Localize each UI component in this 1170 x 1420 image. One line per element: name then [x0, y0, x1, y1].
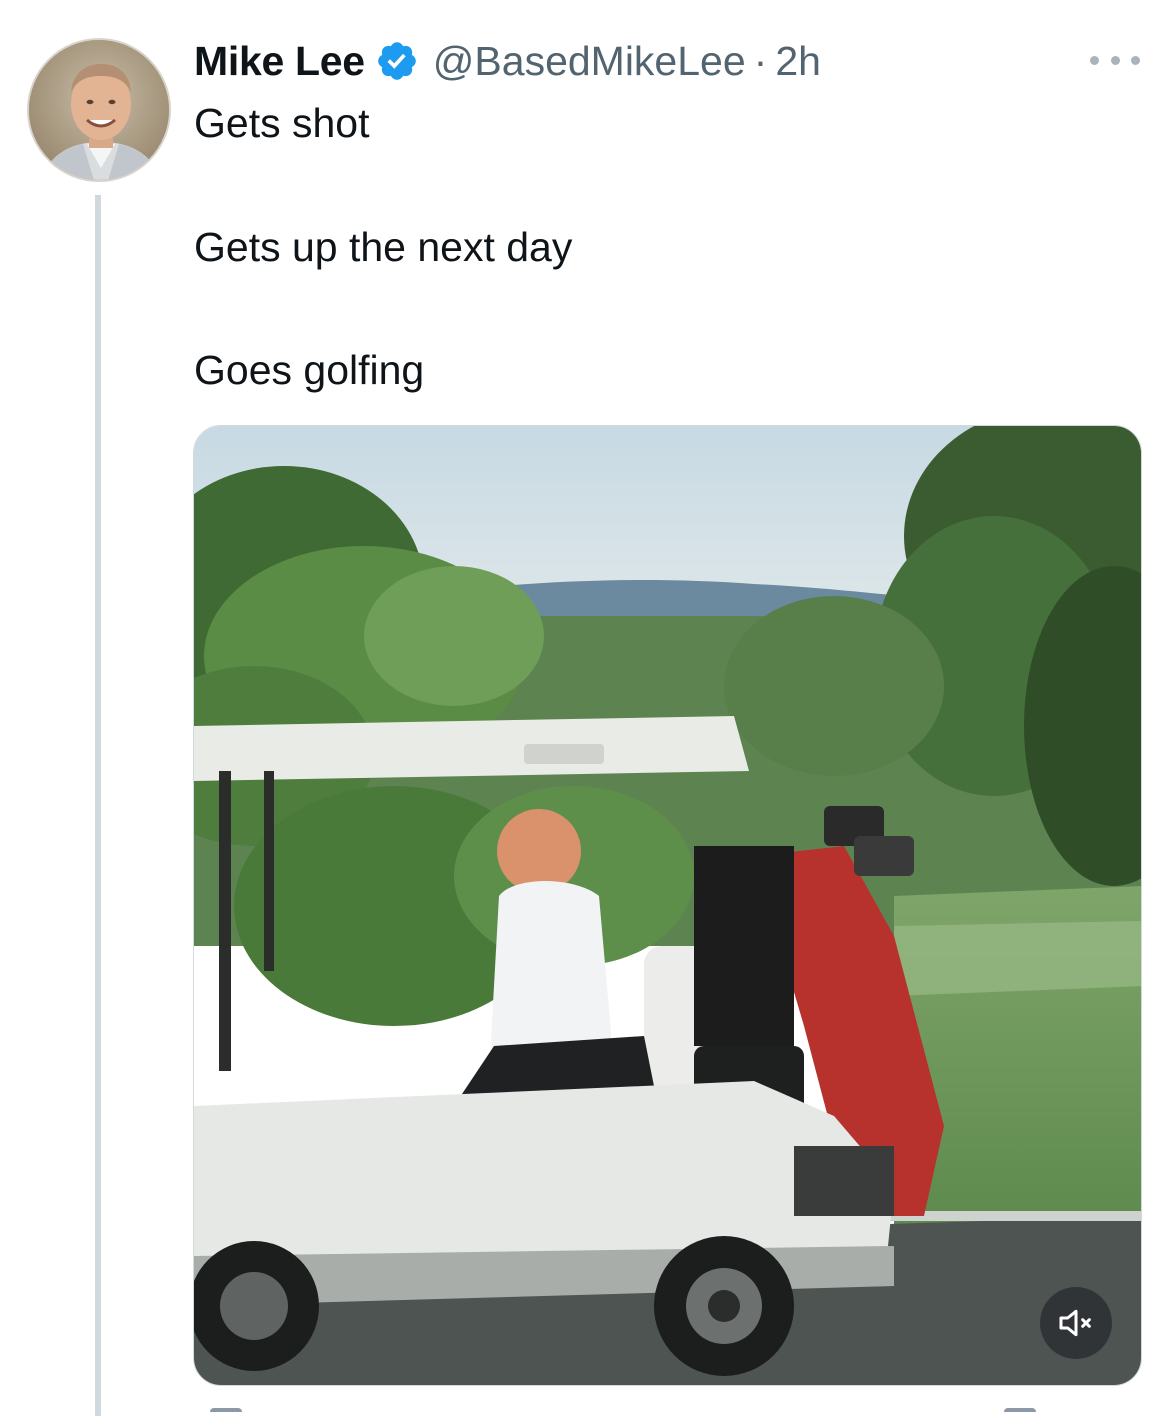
- share-icon[interactable]: [1004, 1408, 1036, 1420]
- tweet-text-line: Gets shot: [194, 100, 370, 146]
- avatar[interactable]: [27, 38, 171, 182]
- verified-badge-icon: [378, 42, 416, 80]
- reply-icon[interactable]: [210, 1408, 242, 1420]
- more-dot: [1131, 55, 1140, 65]
- more-options-icon[interactable]: [1090, 48, 1140, 72]
- author-handle[interactable]: @BasedMikeLee: [433, 38, 746, 85]
- tweet-text-line: Goes golfing: [194, 347, 425, 393]
- profile-photo-icon: [29, 40, 169, 180]
- golf-cart-video-frame-icon: [194, 426, 1141, 1385]
- author-name[interactable]: Mike Lee: [194, 38, 365, 85]
- separator-dot: ·: [753, 37, 768, 84]
- thread-line: [95, 195, 101, 1416]
- more-dot: [1090, 55, 1099, 65]
- tweet-text-line: Gets up the next day: [194, 224, 573, 270]
- tweet-video[interactable]: [193, 425, 1142, 1386]
- more-dot: [1110, 55, 1120, 65]
- speaker-muted-icon: [1059, 1309, 1091, 1337]
- mute-button[interactable]: [1040, 1287, 1112, 1359]
- tweet-header: Mike Lee @BasedMikeLee · 2h: [194, 36, 821, 86]
- tweet-timestamp[interactable]: 2h: [775, 38, 821, 85]
